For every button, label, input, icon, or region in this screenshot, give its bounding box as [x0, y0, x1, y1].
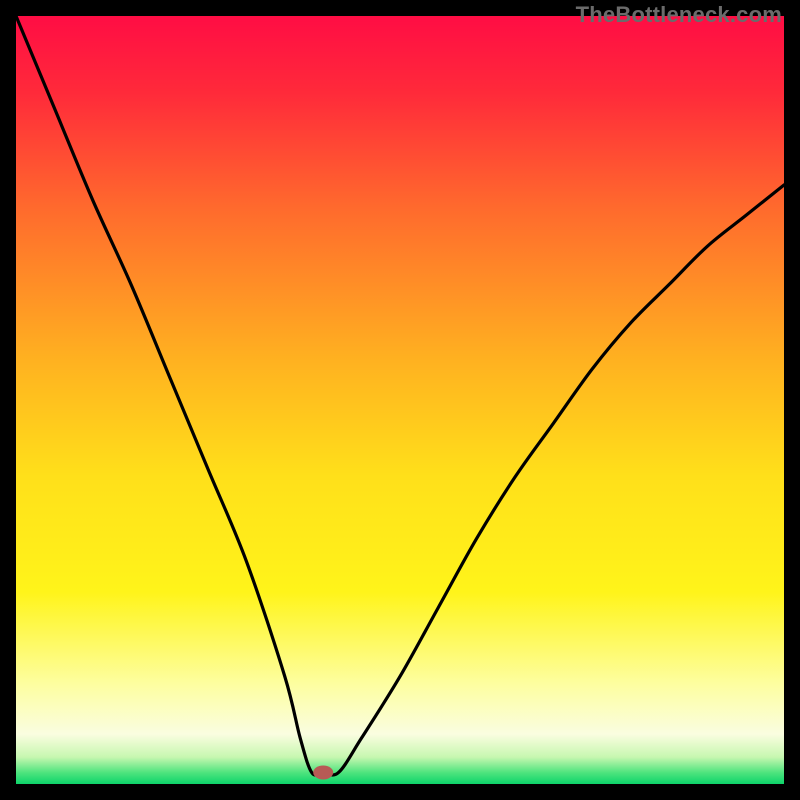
plot-area	[16, 16, 784, 784]
marker-dot	[313, 765, 333, 779]
chart-svg	[16, 16, 784, 784]
watermark-label: TheBottleneck.com	[576, 2, 782, 28]
gradient-background	[16, 16, 784, 784]
chart-frame: TheBottleneck.com	[0, 0, 800, 800]
